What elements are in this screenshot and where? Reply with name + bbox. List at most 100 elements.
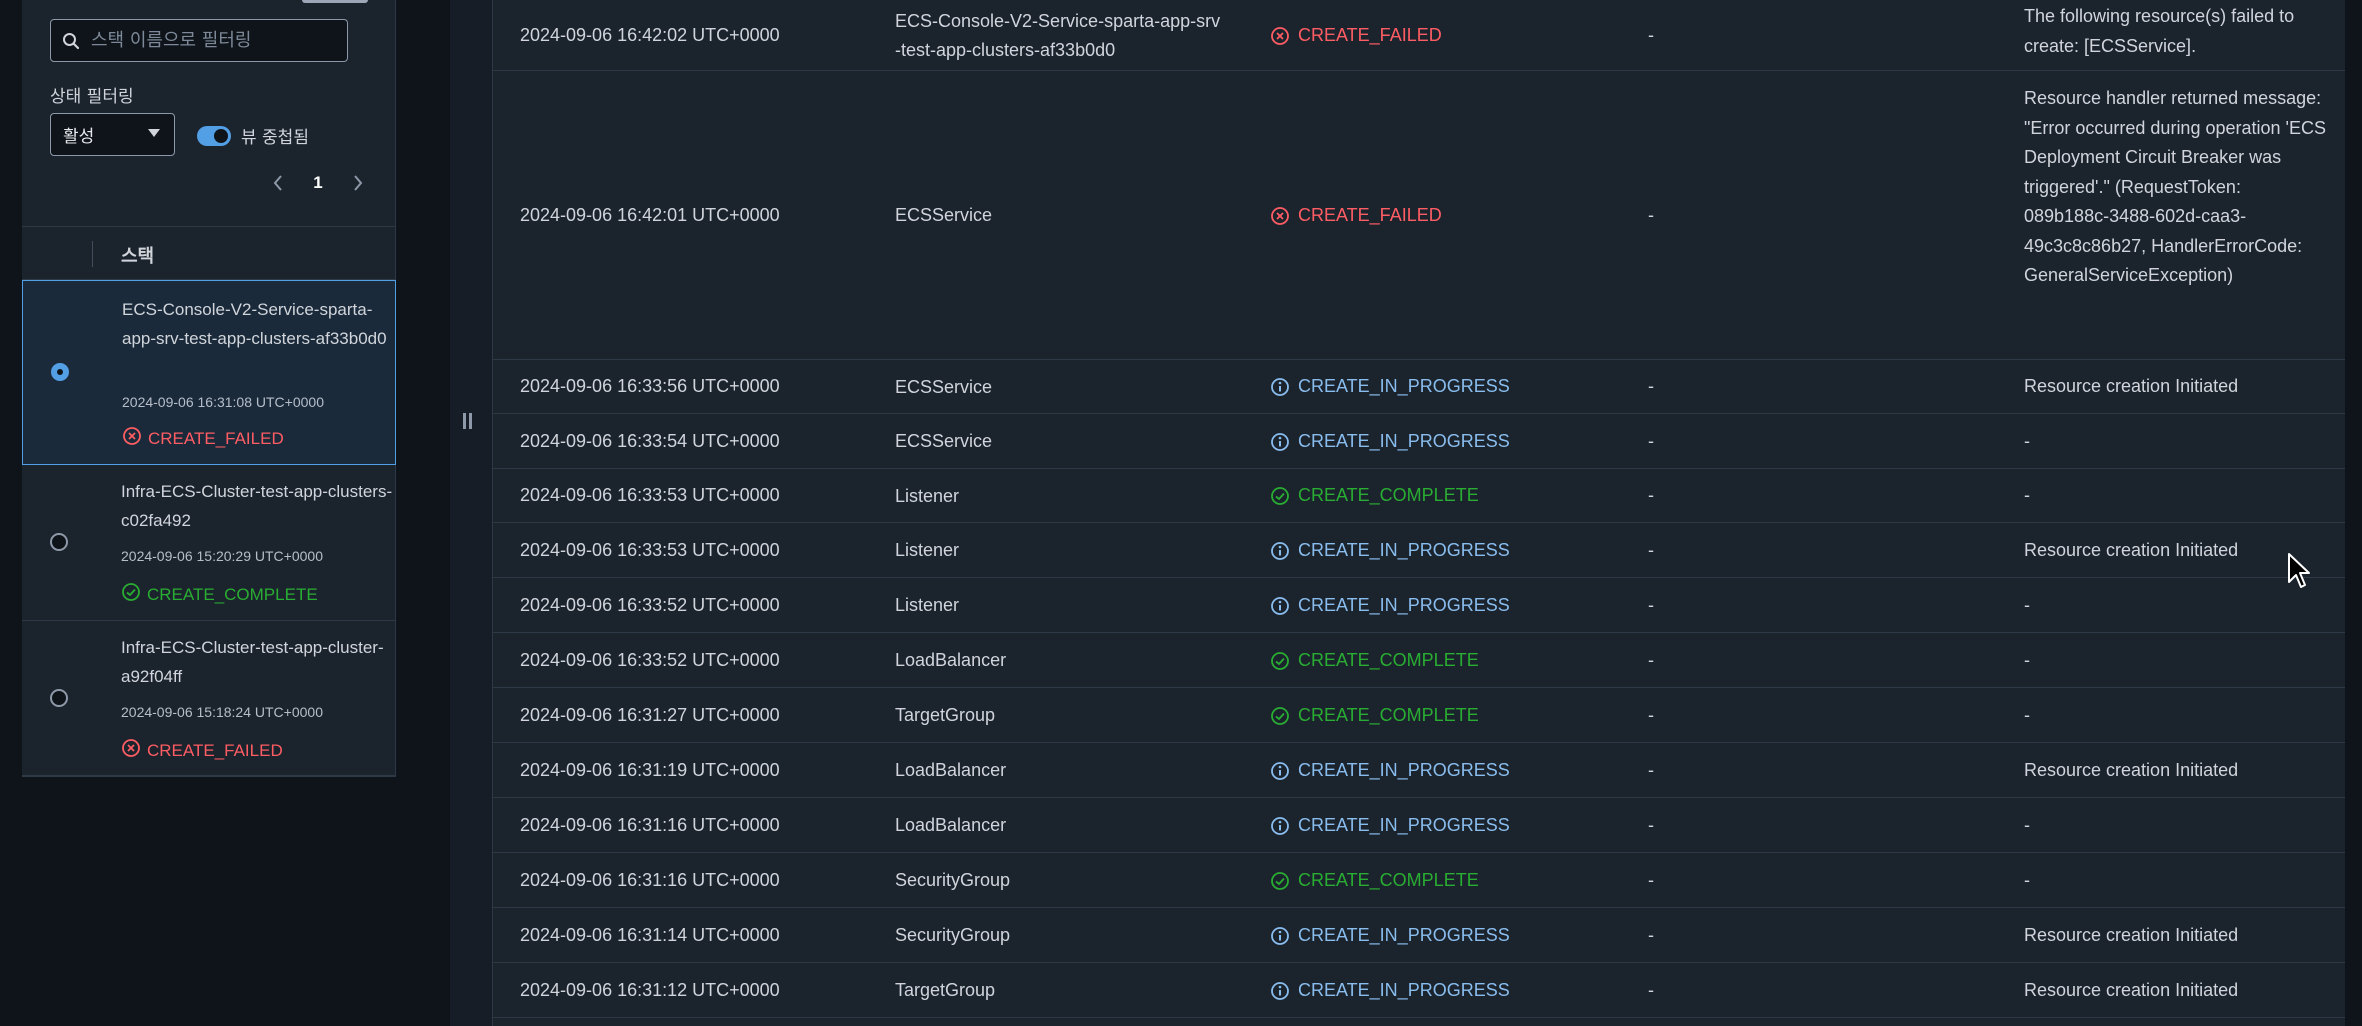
event-type: - — [1648, 540, 1654, 560]
event-status: CREATE_IN_PROGRESS — [1270, 756, 1510, 785]
stack-status-text: CREATE_FAILED — [147, 740, 283, 760]
event-logical-id: ECSService — [895, 431, 993, 451]
mouse-cursor-icon — [2288, 553, 2310, 588]
event-timestamp: 2024-09-06 16:31:19 UTC+0000 — [520, 760, 780, 780]
event-status: CREATE_COMPLETE — [1270, 646, 1479, 675]
event-status-text: CREATE_COMPLETE — [1298, 650, 1479, 670]
event-status: CREATE_FAILED — [1270, 21, 1442, 50]
event-logical-id: Listener — [895, 486, 960, 506]
event-timestamp: 2024-09-06 16:42:01 UTC+0000 — [520, 205, 780, 225]
event-status: CREATE_IN_PROGRESS — [1270, 427, 1510, 456]
info-circle-icon — [1270, 541, 1290, 561]
stack-name[interactable]: Infra-ECS-Cluster-test-app-cluster-a92f0… — [121, 633, 393, 691]
check-circle-icon — [1270, 871, 1290, 891]
event-logical-id: ECSService — [895, 205, 993, 225]
event-type: - — [1648, 25, 1654, 45]
event-status: CREATE_FAILED — [1270, 201, 1442, 230]
event-type: - — [1648, 925, 1654, 945]
page-number[interactable]: 1 — [313, 173, 322, 193]
drag-handle-icon[interactable] — [460, 413, 474, 435]
event-status-reason: Resource creation Initiated — [2024, 925, 2239, 945]
stack-search-field[interactable] — [50, 19, 348, 62]
stack-list-item[interactable]: Infra-ECS-Cluster-test-app-clusters-c02f… — [22, 465, 396, 621]
nested-view-toggle[interactable] — [197, 125, 231, 146]
event-status-reason: Resource creation Initiated — [2024, 760, 2239, 780]
event-row: 2024-09-06 16:33:53 UTC+0000 Listener CREA… — [493, 469, 2346, 523]
x-circle-icon — [121, 738, 141, 763]
event-logical-id: LoadBalancer — [895, 650, 1007, 670]
stack-status: CREATE_COMPLETE — [121, 582, 318, 607]
event-timestamp: 2024-09-06 16:33:52 UTC+0000 — [520, 595, 780, 615]
stack-radio[interactable] — [50, 689, 68, 707]
event-type: - — [1648, 815, 1654, 835]
event-status-reason: - — [2024, 595, 2030, 615]
event-row: 2024-09-06 16:31:16 UTC+0000 LoadBalancer… — [493, 798, 2346, 853]
check-circle-icon — [1270, 651, 1290, 671]
event-status-reason: - — [2024, 431, 2030, 451]
event-status-reason: Resource handler returned message: "Erro… — [2024, 88, 2326, 285]
event-logical-id: SecurityGroup — [895, 925, 1011, 945]
chevron-right-icon[interactable] — [348, 168, 368, 198]
event-status: CREATE_COMPLETE — [1270, 481, 1479, 510]
event-timestamp: 2024-09-06 16:42:02 UTC+0000 — [520, 25, 780, 45]
event-type: - — [1648, 431, 1654, 451]
event-row: 2024-09-06 16:42:01 UTC+0000 ECSService CR… — [493, 71, 2346, 360]
event-logical-id: SecurityGroup — [895, 870, 1011, 890]
event-logical-id: Listener — [895, 595, 960, 615]
stack-list-item[interactable]: Infra-ECS-Cluster-test-app-cluster-a92f0… — [22, 621, 396, 777]
event-status-text: CREATE_FAILED — [1298, 205, 1442, 225]
check-circle-icon — [121, 582, 141, 607]
panel-divider — [450, 0, 492, 1026]
right-edge-strip — [2345, 0, 2362, 1026]
status-filter-select[interactable]: 활성 — [50, 113, 175, 156]
event-status: CREATE_IN_PROGRESS — [1270, 921, 1510, 950]
event-status: CREATE_COMPLETE — [1270, 701, 1479, 730]
event-logical-id: Listener — [895, 540, 960, 560]
stack-search-input[interactable] — [91, 30, 347, 51]
stack-name[interactable]: Infra-ECS-Cluster-test-app-clusters-c02f… — [121, 477, 393, 535]
event-status-text: CREATE_IN_PROGRESS — [1298, 815, 1510, 835]
event-status-text: CREATE_COMPLETE — [1298, 705, 1479, 725]
event-row: 2024-09-06 16:33:52 UTC+0000 LoadBalancer… — [493, 633, 2346, 688]
stack-radio-selected[interactable] — [51, 363, 69, 381]
info-circle-icon — [1270, 761, 1290, 781]
event-row: 2024-09-06 16:33:56 UTC+0000 ECSService CR… — [493, 360, 2346, 414]
event-status: CREATE_IN_PROGRESS — [1270, 536, 1510, 565]
event-type: - — [1648, 705, 1654, 725]
check-circle-icon — [1270, 706, 1290, 726]
event-row: 2024-09-06 16:31:16 UTC+0000 SecurityGrou… — [493, 853, 2346, 908]
stack-radio[interactable] — [50, 533, 68, 551]
event-logical-id: LoadBalancer — [895, 760, 1007, 780]
event-row: 2024-09-06 16:31:14 UTC+0000 SecurityGrou… — [493, 908, 2346, 963]
event-timestamp: 2024-09-06 16:31:16 UTC+0000 — [520, 870, 780, 890]
event-status-reason: Resource creation Initiated — [2024, 540, 2239, 560]
info-circle-icon — [1270, 596, 1290, 616]
chevron-left-icon[interactable] — [268, 168, 288, 198]
event-status: CREATE_IN_PROGRESS — [1270, 811, 1510, 840]
event-type: - — [1648, 205, 1654, 225]
event-status-text: CREATE_IN_PROGRESS — [1298, 980, 1510, 1000]
cloudformation-console: 상태 필터링 활성 뷰 중첩됨 1 스택 ECS-Console-V2-Serv… — [0, 0, 2362, 1026]
event-timestamp: 2024-09-06 16:31:12 UTC+0000 — [520, 980, 780, 1000]
event-status-text: CREATE_IN_PROGRESS — [1298, 540, 1510, 560]
event-logical-id: TargetGroup — [895, 705, 996, 725]
stack-list-header: 스택 — [22, 226, 396, 280]
stack-status: CREATE_FAILED — [121, 738, 283, 763]
stack-list-item[interactable]: ECS-Console-V2-Service-sparta-app-srv-te… — [22, 280, 396, 465]
event-timestamp: 2024-09-06 16:31:14 UTC+0000 — [520, 925, 780, 945]
stack-status-text: CREATE_FAILED — [148, 428, 284, 448]
status-filter-label: 상태 필터링 — [50, 87, 134, 107]
nested-view-label: 뷰 중첩됨 — [241, 128, 309, 148]
event-timestamp: 2024-09-06 16:33:53 UTC+0000 — [520, 485, 780, 505]
create-stack-button-edge[interactable] — [302, 0, 368, 3]
event-type: - — [1648, 595, 1654, 615]
event-timestamp: 2024-09-06 16:33:53 UTC+0000 — [520, 540, 780, 560]
stack-name[interactable]: ECS-Console-V2-Service-sparta-app-srv-te… — [122, 295, 394, 353]
event-row: 2024-09-06 16:42:02 UTC+0000 ECS-Console-… — [493, 0, 2346, 71]
info-circle-icon — [1270, 981, 1290, 1001]
event-type: - — [1648, 376, 1654, 396]
event-type: - — [1648, 650, 1654, 670]
event-type: - — [1648, 980, 1654, 1000]
header-separator — [92, 241, 93, 267]
info-circle-icon — [1270, 432, 1290, 452]
